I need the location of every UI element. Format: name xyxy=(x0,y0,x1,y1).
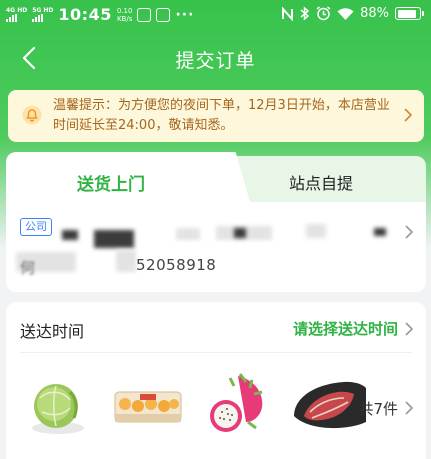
message-app-icon xyxy=(156,7,171,22)
redacted-address xyxy=(62,230,78,240)
delivery-method-card: 站点自提 送货上门 公司 何 52058918 xyxy=(6,152,426,292)
divider xyxy=(20,352,412,353)
more-notifications-icon: ··· xyxy=(175,6,195,23)
wifi-icon xyxy=(337,7,354,20)
nfc-icon xyxy=(282,6,294,21)
redacted-address xyxy=(176,228,200,240)
chevron-right-icon xyxy=(405,322,414,336)
signal-indicator-1: 4G HD xyxy=(6,7,27,22)
redacted-address xyxy=(374,228,386,236)
delivery-time-label: 送达时间 xyxy=(20,322,85,341)
alarm-icon xyxy=(316,6,331,21)
total-item-count[interactable]: 共7件 xyxy=(358,398,398,419)
notice-text: 温馨提示：为方便您的夜间下单，12月3日开始，本店营业时间延长至24:00，敬请… xyxy=(53,98,390,133)
delivery-time-card: 送达时间 请选择送达时间 共7件 xyxy=(6,302,426,459)
notice-banner[interactable]: 温馨提示：为方便您的夜间下单，12月3日开始，本店营业时间延长至24:00，敬请… xyxy=(8,90,424,142)
tab-pickup-label: 站点自提 xyxy=(288,174,353,193)
chevron-right-icon xyxy=(405,401,414,415)
contact-phone: 52058918 xyxy=(136,256,217,274)
tab-home-delivery-label: 送货上门 xyxy=(77,175,145,195)
contact-name: 何 xyxy=(20,259,36,277)
status-bar: 4G HD 5G HD 10:45 0.10 KB/s ··· 88% xyxy=(0,0,431,30)
network-label-1: 4G HD xyxy=(6,7,28,14)
signal-bars-icon xyxy=(6,14,27,22)
page-header: 提交订单 xyxy=(0,36,431,80)
bluetooth-icon xyxy=(300,6,310,21)
product-egg-tart-image xyxy=(110,368,186,444)
product-sliced-meat-image xyxy=(290,368,366,444)
notification-app-icon xyxy=(137,7,152,22)
battery-percentage: 88% xyxy=(360,6,389,21)
speed-unit: KB/s xyxy=(116,14,133,23)
battery-icon xyxy=(395,7,424,20)
tab-home-delivery[interactable]: 送货上门 xyxy=(6,152,238,202)
product-dragon-fruit-image xyxy=(200,368,276,444)
address-selector[interactable]: 公司 何 52058918 xyxy=(6,202,426,292)
speed-value: 0.10 xyxy=(116,6,133,15)
clock: 10:45 xyxy=(58,5,112,24)
battery-level xyxy=(397,9,416,18)
redacted-address xyxy=(94,230,134,248)
product-thumbnails[interactable] xyxy=(20,368,366,444)
page-title: 提交订单 xyxy=(175,50,256,72)
address-tag: 公司 xyxy=(20,218,52,236)
redacted-phone xyxy=(116,250,136,272)
network-speed: 0.10 KB/s xyxy=(117,7,133,23)
chevron-right-icon xyxy=(404,108,413,122)
product-cabbage-image xyxy=(20,368,96,444)
choose-delivery-time-button[interactable]: 请选择送达时间 xyxy=(293,318,398,339)
network-label-2: 5G HD xyxy=(32,7,54,14)
bell-icon xyxy=(22,105,42,125)
signal-bars-icon xyxy=(32,14,53,22)
redacted-address xyxy=(234,228,246,238)
chevron-right-icon xyxy=(405,225,414,239)
redacted-address xyxy=(306,224,326,238)
signal-indicator-2: 5G HD xyxy=(32,7,53,22)
